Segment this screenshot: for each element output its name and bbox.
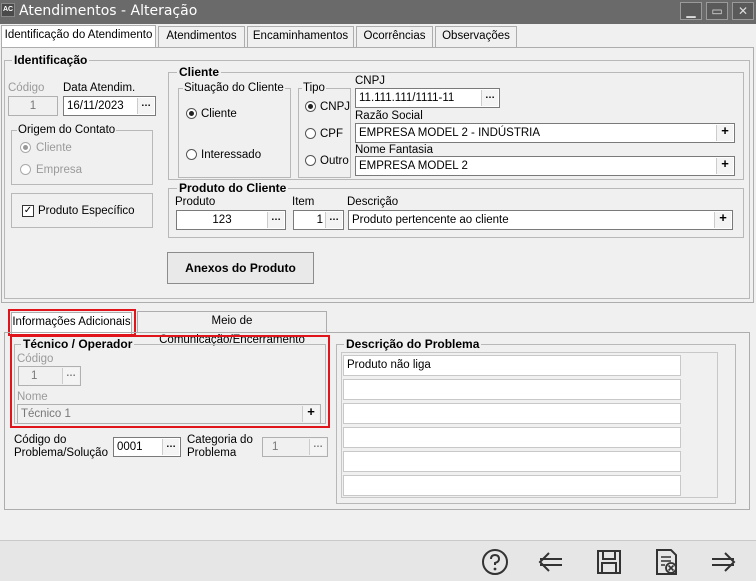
data-atendim-label: Data Atendim. xyxy=(63,82,136,94)
razao-social-value: EMPRESA MODEL 2 - INDÚSTRIA xyxy=(359,127,541,139)
tecnico-codigo-lookup-button[interactable]: … xyxy=(62,368,79,384)
tipo-cnpj-label: CNPJ xyxy=(320,101,351,113)
descricao-add-button[interactable]: + xyxy=(714,211,731,228)
descricao-field[interactable]: Produto pertencente ao cliente + xyxy=(348,210,733,230)
descricao-line[interactable] xyxy=(343,427,681,448)
categoria-problema-lookup-button[interactable]: … xyxy=(309,439,326,455)
tab-observacoes[interactable]: Observações xyxy=(435,26,517,47)
tecnico-nome-value: Técnico 1 xyxy=(21,408,71,420)
tipo-outro-radio[interactable] xyxy=(305,155,316,166)
origem-cliente-label: Cliente xyxy=(36,142,72,154)
tecnico-codigo-value: 1 xyxy=(31,370,38,382)
situacao-cliente-label: Cliente xyxy=(201,108,237,120)
minimize-button[interactable]: ▁ xyxy=(680,2,702,20)
cnpj-field[interactable]: 11.111.111/1111-11 … xyxy=(355,88,500,108)
codigo-label: Código xyxy=(8,82,45,94)
footer-toolbar xyxy=(0,540,756,581)
tecnico-nome-label: Nome xyxy=(17,391,48,403)
origem-cliente-radio[interactable] xyxy=(20,142,31,153)
situacao-interessado-label: Interessado xyxy=(201,149,262,161)
produto-value: 123 xyxy=(212,214,232,226)
tab-encaminhamentos[interactable]: Encaminhamentos xyxy=(247,26,354,47)
data-atendim-value: 16/11/2023 xyxy=(67,100,124,112)
cnpj-label: CNPJ xyxy=(355,75,386,87)
descricao-line[interactable]: Produto não liga xyxy=(343,355,681,376)
produto-especifico-label: Produto Específico xyxy=(38,205,135,217)
razao-social-add-button[interactable]: + xyxy=(716,124,733,141)
tab-meio-comunicacao[interactable]: Meio de Comunicação/Encerramento xyxy=(137,311,327,346)
back-arrow-icon[interactable] xyxy=(536,547,566,577)
data-lookup-button[interactable]: … xyxy=(137,98,154,114)
categoria-problema-label-1: Categoria do xyxy=(187,434,253,446)
origem-empresa-label: Empresa xyxy=(36,164,83,176)
tipo-legend: Tipo xyxy=(302,81,326,95)
produto-field[interactable]: 123 … xyxy=(176,210,286,230)
title-bar: AC Atendimentos - Alteração ▁ ▭ ✕ xyxy=(0,0,756,24)
app-icon: AC xyxy=(1,3,15,17)
tipo-cpf-label: CPF xyxy=(320,128,343,140)
tecnico-nome-add-button[interactable]: + xyxy=(302,405,319,422)
descricao-value: Produto pertencente ao cliente xyxy=(352,214,509,226)
codigo-problema-value: 0001 xyxy=(117,441,143,453)
window-title: Atendimentos - Alteração xyxy=(19,3,198,19)
tab-informacoes-adicionais[interactable]: Informações Adicionais xyxy=(11,312,132,334)
tab-atendimentos[interactable]: Atendimentos xyxy=(158,26,245,47)
categoria-problema-value: 1 xyxy=(272,441,279,453)
tecnico-nome-field[interactable]: Técnico 1 + xyxy=(17,404,321,424)
origem-empresa-radio[interactable] xyxy=(20,164,31,175)
origem-contato-legend: Origem do Contato xyxy=(17,123,117,137)
situacao-cliente-legend: Situação do Cliente xyxy=(183,81,285,95)
anexos-produto-button[interactable]: Anexos do Produto xyxy=(167,252,314,284)
situacao-cliente-group xyxy=(178,88,291,178)
produto-lookup-button[interactable]: … xyxy=(267,212,284,228)
produto-cliente-legend: Produto do Cliente xyxy=(177,181,289,195)
tipo-cpf-radio[interactable] xyxy=(305,128,316,139)
categoria-problema-label-2: Problema xyxy=(187,447,237,459)
produto-especifico-checkbox[interactable]: ✓ xyxy=(22,205,34,217)
maximize-button[interactable]: ▭ xyxy=(706,2,728,20)
cnpj-value: 11.111.111/1111-11 xyxy=(359,92,455,104)
item-label: Item xyxy=(292,196,315,208)
identificacao-legend: Identificação xyxy=(12,53,90,67)
descricao-line[interactable] xyxy=(343,475,681,496)
codigo-problema-field[interactable]: 0001 … xyxy=(113,437,181,457)
descricao-label: Descrição xyxy=(347,196,399,208)
cliente-legend: Cliente xyxy=(177,65,222,79)
item-lookup-button[interactable]: … xyxy=(325,212,342,228)
data-atendim-field[interactable]: 16/11/2023 … xyxy=(63,96,156,116)
cnpj-lookup-button[interactable]: … xyxy=(481,90,498,106)
tab-identificacao[interactable]: Identificação do Atendimento xyxy=(1,25,156,48)
codigo-problema-label-1: Código do xyxy=(14,434,67,446)
item-field[interactable]: 1 … xyxy=(293,210,344,230)
nome-fantasia-add-button[interactable]: + xyxy=(716,157,733,174)
nome-fantasia-label: Nome Fantasia xyxy=(355,144,433,156)
nome-fantasia-value: EMPRESA MODEL 2 xyxy=(359,160,468,172)
tecnico-codigo-label: Código xyxy=(17,353,54,365)
descricao-line[interactable] xyxy=(343,379,681,400)
codigo-field[interactable]: 1 xyxy=(8,96,58,116)
tab-ocorrencias[interactable]: Ocorrências xyxy=(356,26,433,47)
situacao-cliente-radio[interactable] xyxy=(186,108,197,119)
tipo-outro-label: Outro xyxy=(320,155,349,167)
razao-social-label: Razão Social xyxy=(355,110,423,122)
razao-social-field[interactable]: EMPRESA MODEL 2 - INDÚSTRIA + xyxy=(355,123,735,143)
descricao-problema-legend: Descrição do Problema xyxy=(344,337,482,351)
cancel-document-icon[interactable] xyxy=(652,547,682,577)
categoria-problema-field[interactable]: 1 … xyxy=(262,437,328,457)
nome-fantasia-field[interactable]: EMPRESA MODEL 2 + xyxy=(355,156,735,176)
tipo-cnpj-radio[interactable] xyxy=(305,101,316,112)
produto-label: Produto xyxy=(175,196,216,208)
save-icon[interactable] xyxy=(594,547,624,577)
codigo-problema-label-2: Problema/Solução xyxy=(14,447,108,459)
close-button[interactable]: ✕ xyxy=(732,2,754,20)
situacao-interessado-radio[interactable] xyxy=(186,149,197,160)
next-arrow-icon[interactable] xyxy=(708,547,738,577)
help-icon[interactable] xyxy=(480,547,510,577)
descricao-line[interactable] xyxy=(343,451,681,472)
descricao-line[interactable] xyxy=(343,403,681,424)
codigo-problema-lookup-button[interactable]: … xyxy=(162,439,179,455)
item-value: 1 xyxy=(316,214,323,226)
tecnico-codigo-field[interactable]: 1 … xyxy=(18,366,81,386)
tecnico-operador-legend: Técnico / Operador xyxy=(21,337,135,351)
